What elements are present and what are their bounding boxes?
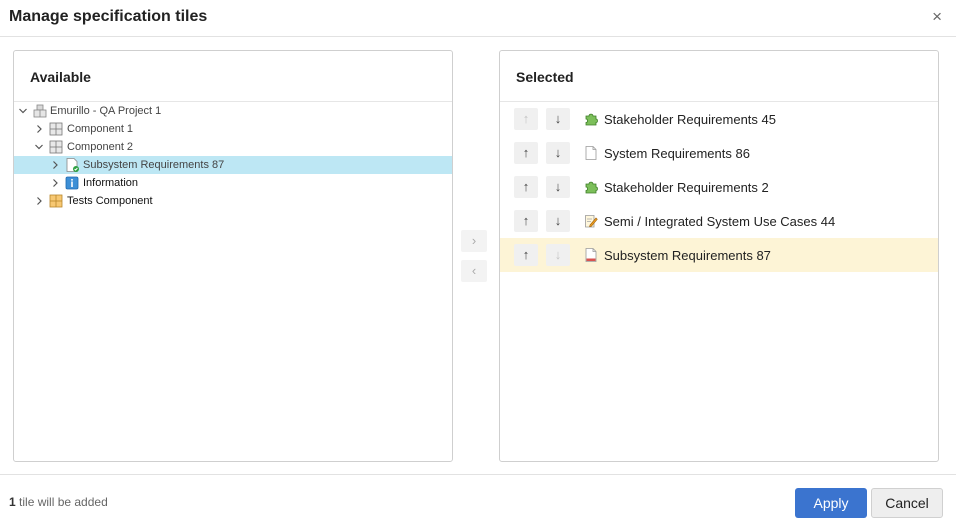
puzzle-icon	[585, 113, 598, 126]
tree-item-label: Tests Component	[67, 195, 153, 207]
blank-document-icon	[585, 146, 597, 160]
dialog-header: Manage specification tiles ×	[0, 0, 956, 37]
dialog-title: Manage specification tiles	[9, 8, 208, 25]
tree-item-label: Component 1	[67, 123, 134, 135]
chevron-down-icon[interactable]	[18, 102, 28, 120]
selected-panel: Selected ↑ ↓ Stakeholder Requirements 45…	[499, 50, 939, 462]
document-red-icon	[585, 248, 597, 262]
tree-item-project[interactable]: Emurillo - QA Project 1	[14, 102, 452, 120]
chevron-right-icon[interactable]	[50, 156, 60, 174]
manage-tiles-dialog: Manage specification tiles × Available E…	[0, 0, 956, 528]
selected-title: Selected	[500, 51, 938, 102]
chevron-right-icon[interactable]	[50, 174, 60, 192]
status-text: 1 tile will be added	[9, 495, 108, 509]
selected-item: ↑ ↓ Semi / Integrated System Use Cases 4…	[500, 204, 938, 238]
move-down-button[interactable]: ↓	[546, 244, 570, 266]
move-down-button[interactable]: ↓	[546, 108, 570, 130]
selected-item-label: Subsystem Requirements 87	[604, 248, 771, 263]
chevron-right-icon[interactable]	[34, 192, 44, 210]
tree-item-label: Emurillo - QA Project 1	[50, 105, 162, 117]
move-down-button[interactable]: ↓	[546, 176, 570, 198]
dialog-footer: 1 tile will be added Apply Cancel	[0, 474, 956, 528]
selected-item-label: System Requirements 86	[604, 146, 750, 161]
cancel-button[interactable]: Cancel	[871, 488, 943, 518]
chevron-right-icon[interactable]	[34, 120, 44, 138]
chevron-down-icon[interactable]	[34, 138, 44, 156]
move-down-button[interactable]: ↓	[546, 210, 570, 232]
tree-item-subsystem-requirements[interactable]: Subsystem Requirements 87	[14, 156, 452, 174]
tree-item-label: Component 2	[67, 141, 134, 153]
apply-button[interactable]: Apply	[795, 488, 867, 518]
move-up-button[interactable]: ↑	[514, 244, 538, 266]
available-title: Available	[14, 51, 452, 102]
selected-item: ↑ ↓ Stakeholder Requirements 2	[500, 170, 938, 204]
move-up-button[interactable]: ↑	[514, 210, 538, 232]
selected-item-new: ↑ ↓ Subsystem Requirements 87	[500, 238, 938, 272]
test-component-icon	[49, 194, 63, 208]
project-icon	[33, 104, 47, 118]
move-up-button[interactable]: ↑	[514, 176, 538, 198]
component-icon	[49, 122, 63, 136]
available-tree: Emurillo - QA Project 1 Component 1 Comp…	[14, 102, 452, 210]
selected-item: ↑ ↓ Stakeholder Requirements 45	[500, 102, 938, 136]
tree-item-label: Subsystem Requirements 87	[83, 159, 225, 171]
tree-item-tests-component[interactable]: Tests Component	[14, 192, 452, 210]
move-down-button[interactable]: ↓	[546, 142, 570, 164]
status-message: tile will be added	[15, 495, 108, 509]
selected-item-label: Stakeholder Requirements 2	[604, 180, 769, 195]
document-approved-icon	[66, 158, 79, 172]
puzzle-icon	[585, 181, 598, 194]
move-up-button[interactable]: ↑	[514, 142, 538, 164]
tile-count: 1	[9, 495, 16, 509]
move-up-button[interactable]: ↑	[514, 108, 538, 130]
tree-item-component-2[interactable]: Component 2	[14, 138, 452, 156]
remove-from-selected-button[interactable]: ‹	[461, 260, 487, 282]
tree-item-label: Information	[83, 177, 139, 189]
selected-item-label: Stakeholder Requirements 45	[604, 112, 776, 127]
info-icon	[65, 176, 79, 190]
selected-item: ↑ ↓ System Requirements 86	[500, 136, 938, 170]
available-panel: Available Emurillo - QA Project 1 Compon…	[13, 50, 453, 462]
component-icon	[49, 140, 63, 154]
selected-item-label: Semi / Integrated System Use Cases 44	[604, 214, 836, 229]
close-icon[interactable]: ×	[932, 8, 942, 26]
add-to-selected-button[interactable]: ›	[461, 230, 487, 252]
edit-document-icon	[585, 215, 598, 228]
tree-item-information[interactable]: Information	[14, 174, 452, 192]
tree-item-component-1[interactable]: Component 1	[14, 120, 452, 138]
